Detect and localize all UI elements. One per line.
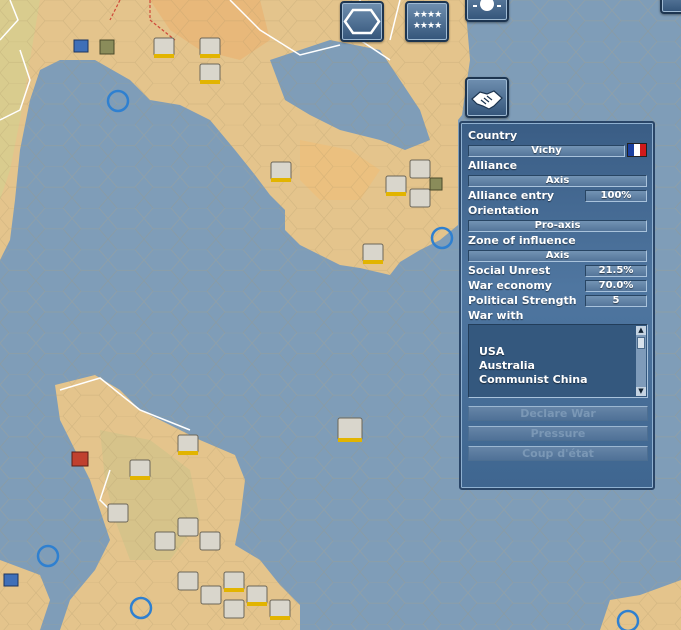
coup-button[interactable]: Coup d'état <box>468 446 648 461</box>
political-strength-label: Political Strength <box>468 294 577 307</box>
scroll-thumb[interactable] <box>637 337 645 349</box>
star-rating-icon: ★★★★ <box>412 21 442 31</box>
weather-button[interactable] <box>465 0 509 22</box>
list-item[interactable]: Communist China <box>479 373 588 386</box>
war-with-list[interactable]: USA Australia Communist China ▲ ▼ <box>468 324 648 398</box>
country-select[interactable]: Vichy <box>468 145 625 157</box>
alliance-value: Axis <box>468 175 647 187</box>
unit-quality-button[interactable]: ★★★★ ★★★★ <box>405 1 449 42</box>
zone-of-influence-value: Axis <box>468 250 647 262</box>
country-label: Country <box>468 129 518 142</box>
country-flag <box>627 143 647 157</box>
diplomacy-panel: Country Vichy Alliance Axis Alliance ent… <box>459 121 655 490</box>
hexagon-icon <box>343 8 381 35</box>
orientation-value: Pro-axis <box>468 220 647 232</box>
corner-menu-button[interactable] <box>660 0 681 14</box>
diplomacy-button[interactable] <box>465 77 509 118</box>
alliance-label: Alliance <box>468 159 518 172</box>
list-item[interactable]: Australia <box>479 359 535 372</box>
zone-of-influence-label: Zone of influence <box>468 234 576 247</box>
social-unrest-value: 21.5% <box>585 265 647 277</box>
alliance-entry-value: 100% <box>585 190 647 202</box>
orientation-label: Orientation <box>468 204 539 217</box>
scroll-up-icon[interactable]: ▲ <box>636 326 646 335</box>
political-strength-value: 5 <box>585 295 647 307</box>
war-economy-label: War economy <box>468 279 552 292</box>
scroll-down-icon[interactable]: ▼ <box>636 387 646 396</box>
hex-grid-toggle-button[interactable] <box>340 1 384 42</box>
alliance-entry-label: Alliance entry <box>468 189 555 202</box>
war-with-label: War with <box>468 309 524 322</box>
war-list-scrollbar[interactable]: ▲ ▼ <box>636 326 646 396</box>
handshake-icon <box>471 90 503 110</box>
star-rating-icon: ★★★★ <box>412 10 442 20</box>
declare-war-button[interactable]: Declare War <box>468 406 648 421</box>
weather-icon <box>473 0 501 11</box>
social-unrest-label: Social Unrest <box>468 264 551 277</box>
list-item[interactable]: USA <box>479 345 504 358</box>
pressure-button[interactable]: Pressure <box>468 426 648 441</box>
war-economy-value: 70.0% <box>585 280 647 292</box>
